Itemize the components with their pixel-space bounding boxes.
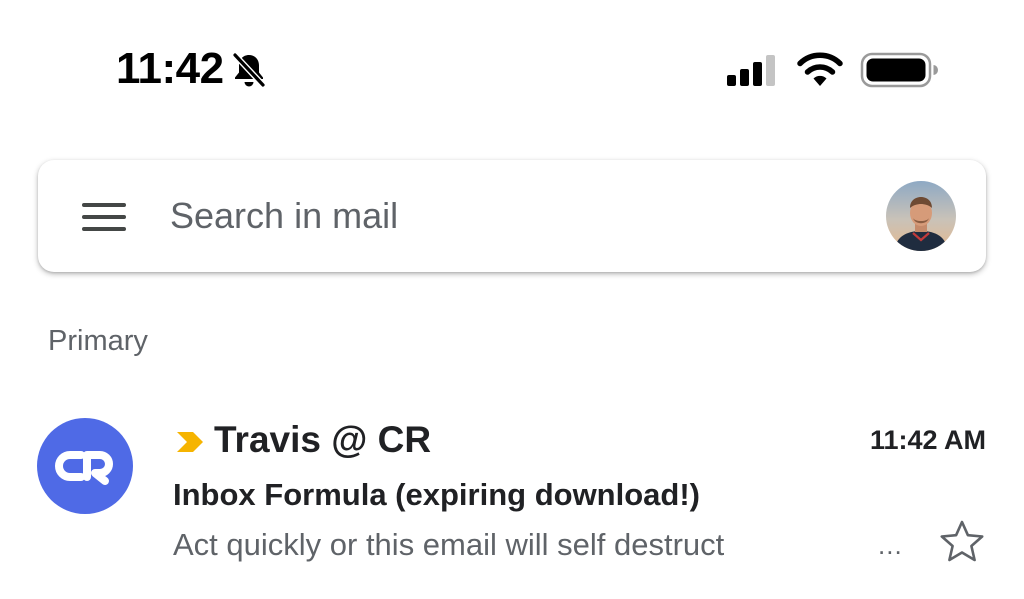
cr-logo-icon (55, 451, 113, 485)
search-bar (38, 160, 986, 272)
menu-icon[interactable] (82, 200, 128, 234)
status-bar: 11:42 (0, 0, 1024, 140)
star-icon[interactable] (938, 518, 986, 566)
status-time: 11:42 (116, 44, 224, 93)
importance-marker-icon[interactable] (175, 430, 205, 454)
account-avatar[interactable] (886, 181, 956, 251)
battery-icon (860, 52, 938, 88)
email-list-item[interactable]: Travis @ CR 11:42 AM Inbox Formula (expi… (0, 400, 1024, 590)
sender-avatar (37, 418, 133, 514)
avatar-photo (886, 181, 956, 251)
category-label: Primary (48, 325, 148, 357)
wifi-icon (797, 52, 843, 86)
email-subject: Inbox Formula (expiring download!) (173, 477, 700, 512)
email-snippet: Act quickly or this email will self dest… (173, 527, 725, 562)
sender-name: Travis @ CR (214, 419, 432, 460)
cellular-signal-icon (727, 55, 775, 86)
more-indicator: ... (878, 530, 903, 560)
email-time: 11:42 AM (869, 425, 986, 455)
search-input[interactable] (170, 190, 810, 242)
bell-muted-icon (232, 52, 266, 88)
